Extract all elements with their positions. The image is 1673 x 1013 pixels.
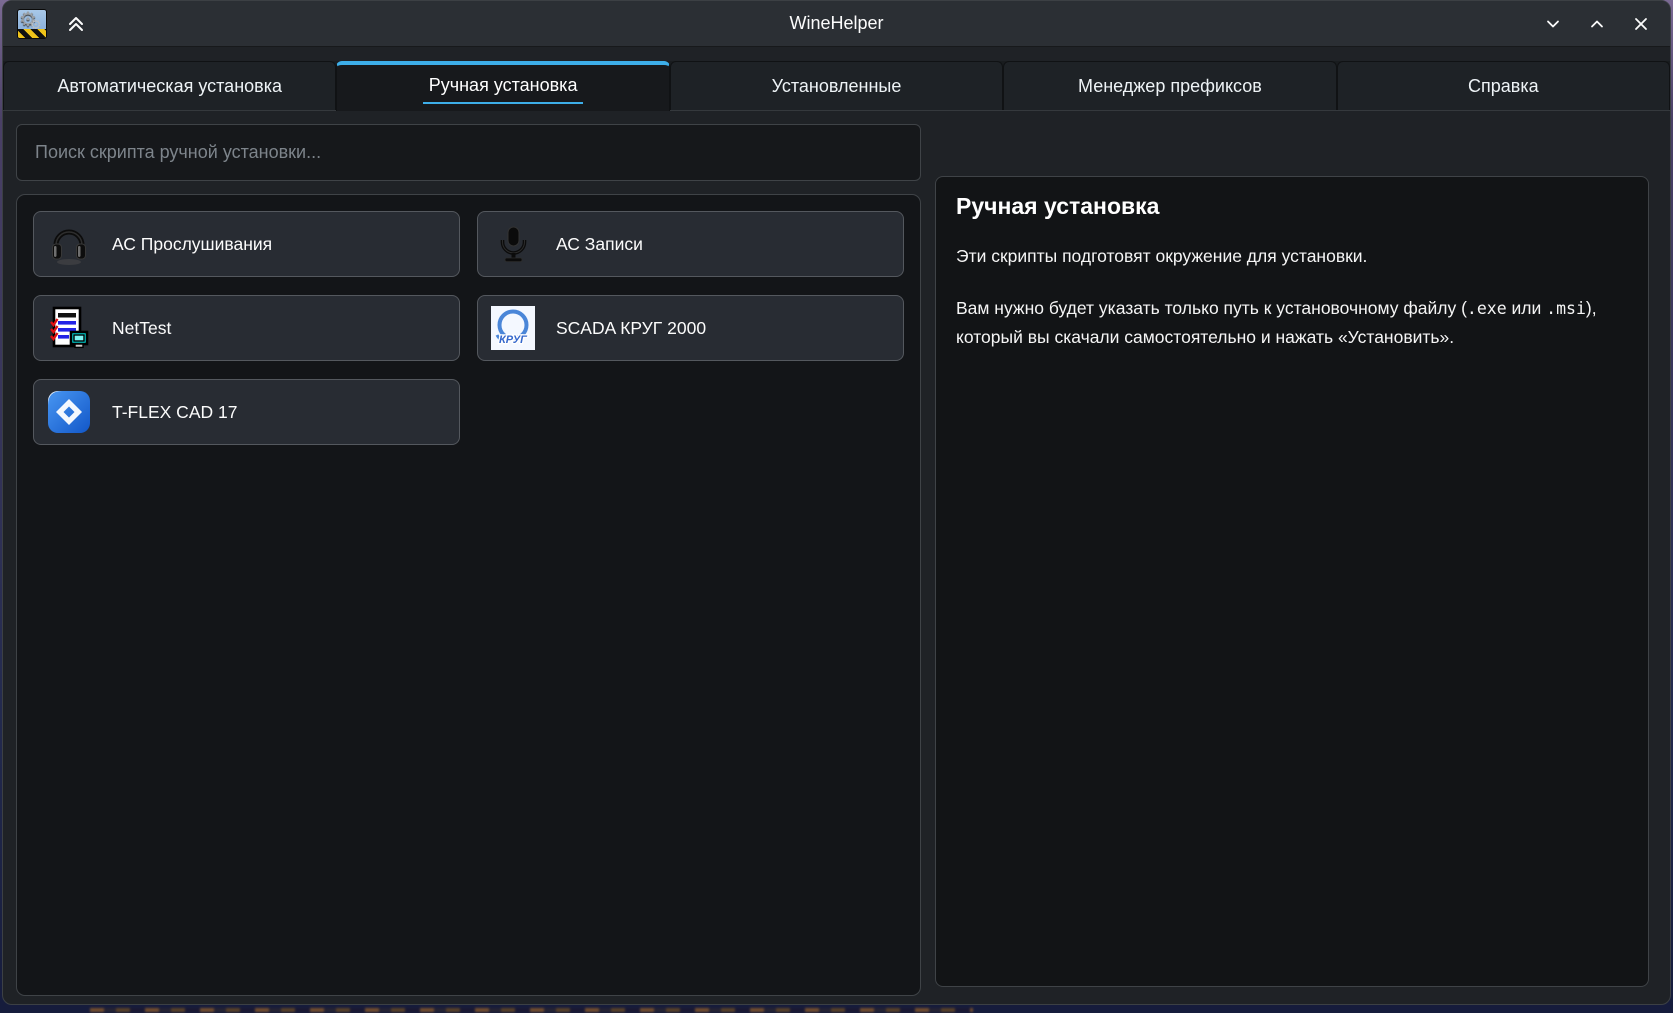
info-panel: Ручная установка Эти скрипты подготовят … (935, 176, 1649, 987)
scripts-grid: АС Прослушивания АС Запи (33, 211, 904, 445)
exe-extension-text: .exe (1467, 299, 1507, 318)
content-area: АС Прослушивания АС Запи (3, 111, 1670, 1004)
script-card-scada-krug-2000[interactable]: КРУГ SCADA КРУГ 2000 (477, 295, 904, 361)
tab-automatic-install[interactable]: Автоматическая установка (3, 61, 336, 110)
search-input[interactable] (16, 124, 921, 181)
tab-help[interactable]: Справка (1337, 61, 1670, 110)
script-card-nettest[interactable]: NetTest (33, 295, 460, 361)
info-panel-title: Ручная установка (956, 193, 1628, 220)
checklist-document-icon (46, 305, 92, 351)
tab-manual-install[interactable]: Ручная установка (336, 61, 669, 111)
info-paragraph-1: Эти скрипты подготовят окружение для уст… (956, 242, 1628, 270)
script-label: NetTest (112, 318, 171, 339)
tab-installed[interactable]: Установленные (670, 61, 1003, 110)
tab-label: Автоматическая установка (57, 76, 282, 97)
tab-label: Ручная установка (423, 73, 584, 104)
tab-label: Справка (1468, 76, 1539, 97)
script-label: АС Прослушивания (112, 234, 272, 255)
app-icon: ⚙ ⚙ (17, 9, 47, 39)
script-label: T-FLEX CAD 17 (112, 402, 237, 423)
script-card-as-zapisi[interactable]: АС Записи (477, 211, 904, 277)
krug-logo-icon: КРУГ (490, 305, 536, 351)
script-label: SCADA КРУГ 2000 (556, 318, 706, 339)
tflex-logo-icon (46, 389, 92, 435)
headphones-icon (46, 221, 92, 267)
tab-prefix-manager[interactable]: Менеджер префиксов (1003, 61, 1336, 110)
left-column: АС Прослушивания АС Запи (16, 124, 921, 996)
script-card-tflex-cad-17[interactable]: T-FLEX CAD 17 (33, 379, 460, 445)
tab-label: Установленные (772, 76, 902, 97)
script-label: АС Записи (556, 234, 643, 255)
close-button[interactable] (1626, 9, 1656, 39)
paragraph-text: Вам нужно будет указать только путь к ус… (956, 298, 1467, 318)
script-card-as-proslushivaniya[interactable]: АС Прослушивания (33, 211, 460, 277)
hazard-stripes (18, 29, 46, 38)
background-window-sliver (90, 1008, 973, 1012)
keep-above-icon[interactable] (63, 11, 89, 37)
scripts-list-panel: АС Прослушивания АС Запи (16, 194, 921, 996)
maximize-button[interactable] (1582, 9, 1612, 39)
svg-text:КРУГ: КРУГ (499, 334, 528, 346)
tab-bar: Автоматическая установка Ручная установк… (3, 61, 1670, 111)
tab-label: Менеджер префиксов (1078, 76, 1262, 97)
titlebar[interactable]: ⚙ ⚙ WineHelper (3, 1, 1670, 47)
info-paragraph-2: Вам нужно будет указать только путь к ус… (956, 294, 1628, 351)
winehelper-window: ⚙ ⚙ WineHelper (2, 0, 1671, 1005)
msi-extension-text: .msi (1546, 299, 1586, 318)
window-title: WineHelper (3, 13, 1670, 34)
minimize-button[interactable] (1538, 9, 1568, 39)
paragraph-text: или (1507, 298, 1547, 318)
microphone-icon (490, 221, 536, 267)
